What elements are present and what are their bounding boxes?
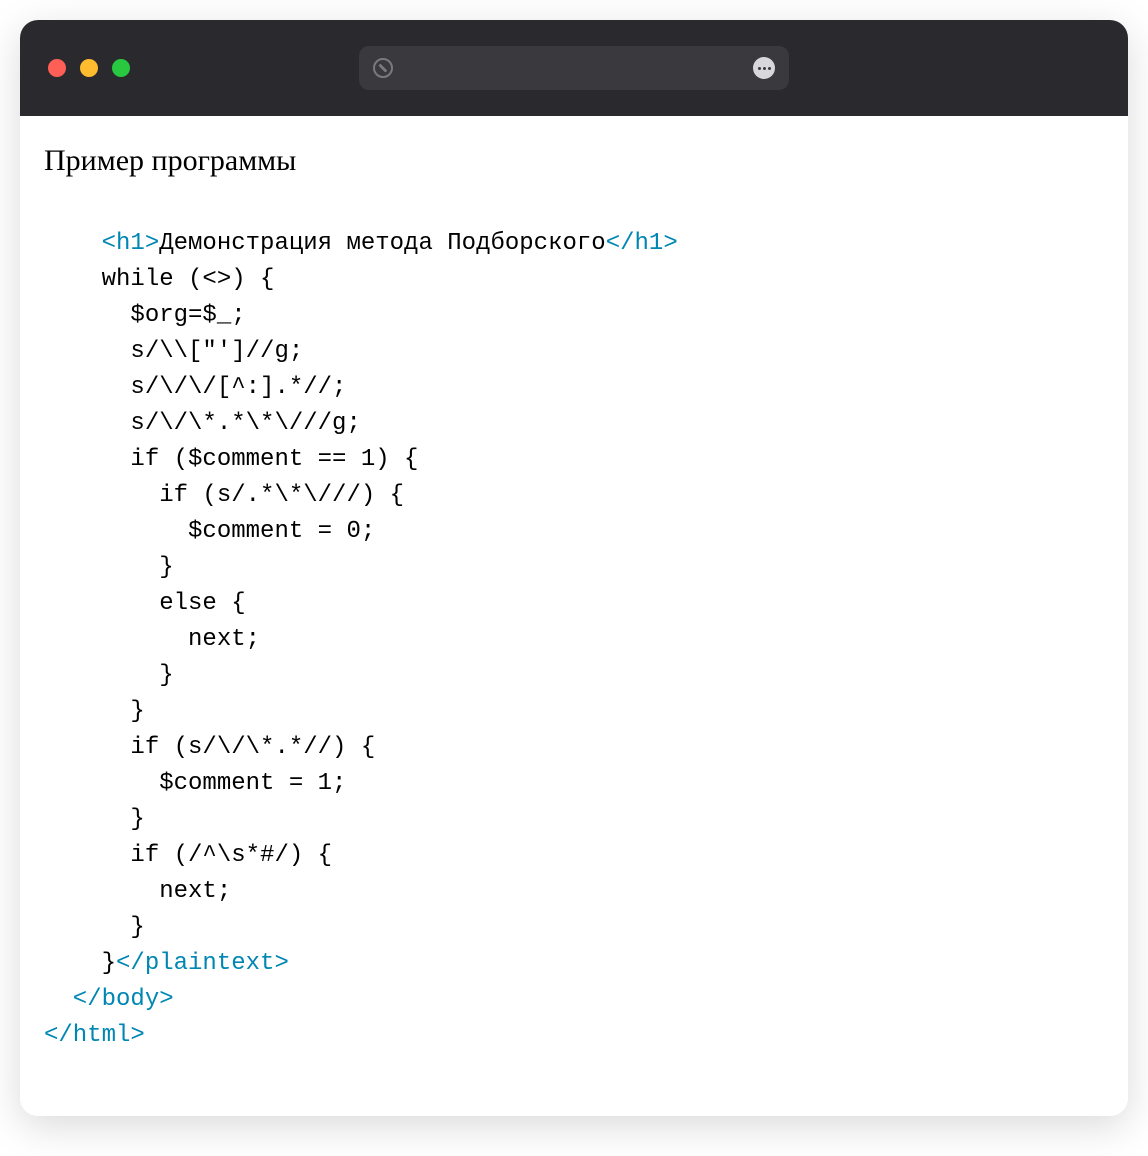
code-line: }</plaintext>	[44, 946, 1104, 982]
code-line: }	[44, 910, 1104, 946]
code-line: if (s/\/\*.*//) {	[44, 730, 1104, 766]
maximize-window-button[interactable]	[112, 59, 130, 77]
code-line: $org=$_;	[44, 298, 1104, 334]
titlebar	[20, 20, 1128, 116]
code-line: }	[44, 550, 1104, 586]
window-controls	[48, 59, 130, 77]
code-line: if (/^\s*#/) {	[44, 838, 1104, 874]
code-line: s/\\["']//g;	[44, 334, 1104, 370]
more-icon[interactable]	[753, 57, 775, 79]
h1-text: Демонстрация метода Подборского	[159, 230, 605, 257]
code-block: <h1>Демонстрация метода Подборского</h1>…	[44, 226, 1104, 1054]
close-window-button[interactable]	[48, 59, 66, 77]
code-line: else {	[44, 586, 1104, 622]
code-line: </body>	[44, 982, 1104, 1018]
code-line: }	[44, 802, 1104, 838]
code-line: $comment = 0;	[44, 514, 1104, 550]
code-line: </html>	[44, 1018, 1104, 1054]
code-line: next;	[44, 622, 1104, 658]
code-line: s/\/\/[^:].*//;	[44, 370, 1104, 406]
code-line: }	[44, 658, 1104, 694]
code-line: while (<>) {	[44, 262, 1104, 298]
code-line: <h1>Демонстрация метода Подборского</h1>	[44, 226, 1104, 262]
browser-window: Пример программы <h1>Демонстрация метода…	[20, 20, 1128, 1116]
code-text: }	[44, 950, 116, 977]
page-content: Пример программы <h1>Демонстрация метода…	[20, 116, 1128, 1116]
html-tag: <h1>	[102, 230, 160, 257]
html-tag: </h1>	[606, 230, 678, 257]
code-line: }	[44, 694, 1104, 730]
code-line: s/\/\*.*\*\///g;	[44, 406, 1104, 442]
page-title: Пример программы	[44, 144, 1104, 178]
code-line: if (s/.*\*\///) {	[44, 478, 1104, 514]
html-tag: </plaintext>	[116, 950, 289, 977]
compass-icon	[373, 58, 393, 78]
address-bar[interactable]	[359, 46, 789, 90]
code-line: next;	[44, 874, 1104, 910]
code-line: $comment = 1;	[44, 766, 1104, 802]
minimize-window-button[interactable]	[80, 59, 98, 77]
code-line: if ($comment == 1) {	[44, 442, 1104, 478]
